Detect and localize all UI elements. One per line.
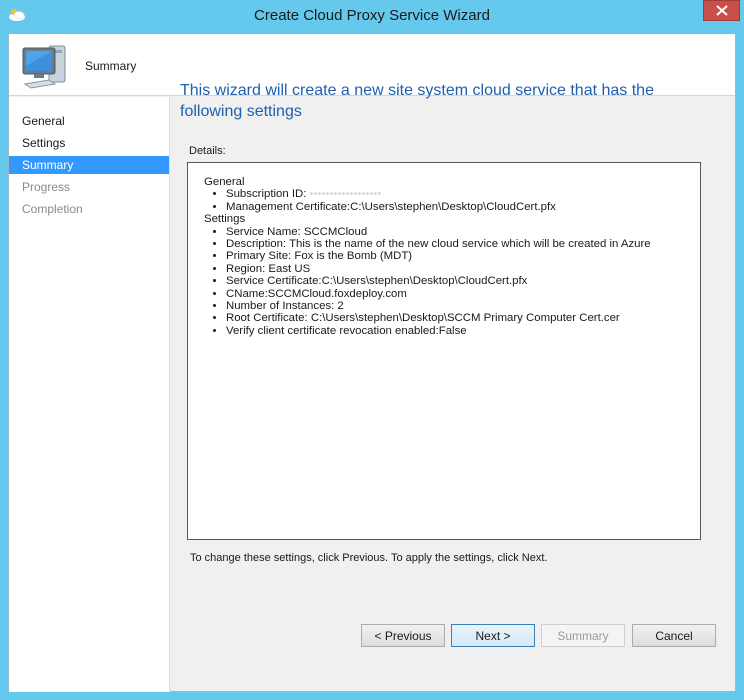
window-title: Create Cloud Proxy Service Wizard	[254, 7, 490, 24]
cancel-button[interactable]: Cancel	[632, 624, 716, 647]
previous-button[interactable]: < Previous	[361, 624, 445, 647]
list-item: Service Certificate:C:\Users\stephen\Des…	[226, 275, 700, 287]
sidebar-item-progress: Progress	[22, 180, 71, 194]
list-item: Verify client certificate revocation ena…	[226, 325, 700, 337]
details-label: Details:	[189, 145, 226, 157]
general-list: Subscription ID: •••••••••••••••••• Mana…	[226, 188, 700, 213]
computer-monitor-icon	[19, 40, 71, 92]
sidebar-item-summary[interactable]: Summary	[9, 156, 169, 174]
wizard-steps-sidebar: General Settings Summary Progress Comple…	[9, 97, 170, 692]
list-item: CName:SCCMCloud.foxdeploy.com	[226, 288, 700, 300]
list-item: Number of Instances: 2	[226, 300, 700, 312]
instructions-text: To change these settings, click Previous…	[190, 552, 548, 564]
list-item: Root Certificate: C:\Users\stephen\Deskt…	[226, 312, 700, 324]
summary-button: Summary	[541, 624, 625, 647]
sidebar-item-completion: Completion	[22, 202, 83, 216]
next-button[interactable]: Next >	[451, 624, 535, 647]
list-item: Subscription ID: ••••••••••••••••••	[226, 188, 700, 200]
title-bar: Create Cloud Proxy Service Wizard	[0, 0, 744, 33]
settings-section-title: Settings	[204, 213, 246, 226]
subscription-id-label: Subscription ID:	[226, 188, 307, 201]
list-item: Service Name: SCCMCloud	[226, 226, 700, 238]
list-item: Region: East US	[226, 263, 700, 275]
settings-list: Service Name: SCCMCloud Description: Thi…	[226, 226, 700, 338]
sidebar-item-general[interactable]: General	[9, 112, 169, 130]
list-item: Management Certificate:C:\Users\stephen\…	[226, 201, 700, 213]
sidebar-item-settings[interactable]: Settings	[9, 134, 169, 152]
list-item: Description: This is the name of the new…	[226, 238, 700, 250]
list-item: Primary Site: Fox is the Bomb (MDT)	[226, 250, 700, 262]
details-textbox[interactable]: General Subscription ID: •••••••••••••••…	[187, 162, 701, 540]
subscription-id-value: ••••••••••••••••••	[309, 188, 382, 201]
general-section-title: General	[204, 176, 245, 188]
close-button[interactable]	[703, 0, 740, 21]
page-title: Summary	[85, 59, 137, 73]
summary-heading: This wizard will create a new site syste…	[180, 82, 654, 120]
close-icon	[715, 5, 728, 16]
